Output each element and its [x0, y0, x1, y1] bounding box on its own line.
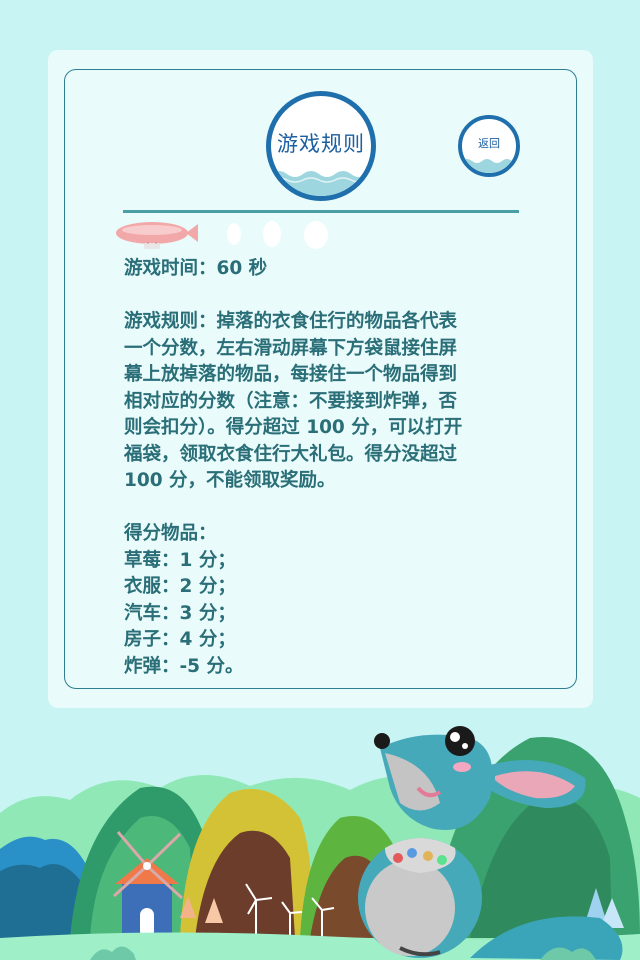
score-item: 衣服：2 分； [124, 576, 236, 597]
rule-line: 相对应的分数（注意：不要接到炸弹，否 [124, 390, 458, 412]
rules-content: 游戏时间：60 秒 游戏规则：掉落的衣食住行的物品各代表 一个分数，左右滑动屏幕… [124, 256, 524, 680]
page-title: 游戏规则 [277, 132, 365, 156]
back-button-label[interactable]: 返回 [478, 135, 500, 151]
game-time-text: 游戏时间：60 秒 [124, 258, 268, 279]
title-badge: 游戏规则 [266, 91, 376, 201]
back-button[interactable]: 返回 [458, 115, 520, 177]
rule-line: 福袋，领取衣食住行大礼包。得分没超过 [124, 443, 458, 465]
blimp-icon [116, 222, 198, 249]
rule-line: 100 分，不能领取奖励。 [124, 470, 336, 491]
rule-line: 幕上放掉落的物品，每接住一个物品得到 [124, 364, 458, 385]
rule-line: 游戏规则：掉落的衣食住行的物品各代表 [124, 311, 458, 332]
score-item: 炸弹：-5 分。 [124, 655, 244, 677]
back-wave-icon [462, 159, 516, 173]
rule-line: 则会扣分）。得分超过 100 分，可以打开 [124, 417, 463, 438]
score-item: 房子：4 分； [124, 629, 236, 650]
rule-line: 一个分数，左右滑动屏幕下方袋鼠接住屏 [124, 337, 458, 359]
landscape-illustration [0, 726, 640, 960]
title-divider [123, 210, 519, 213]
score-item: 汽车：3 分； [124, 602, 236, 624]
score-item: 草莓：1 分； [124, 549, 236, 571]
items-heading: 得分物品： [124, 523, 217, 544]
cloud-puffs-icon [227, 221, 328, 249]
title-wave-icon [271, 171, 371, 196]
